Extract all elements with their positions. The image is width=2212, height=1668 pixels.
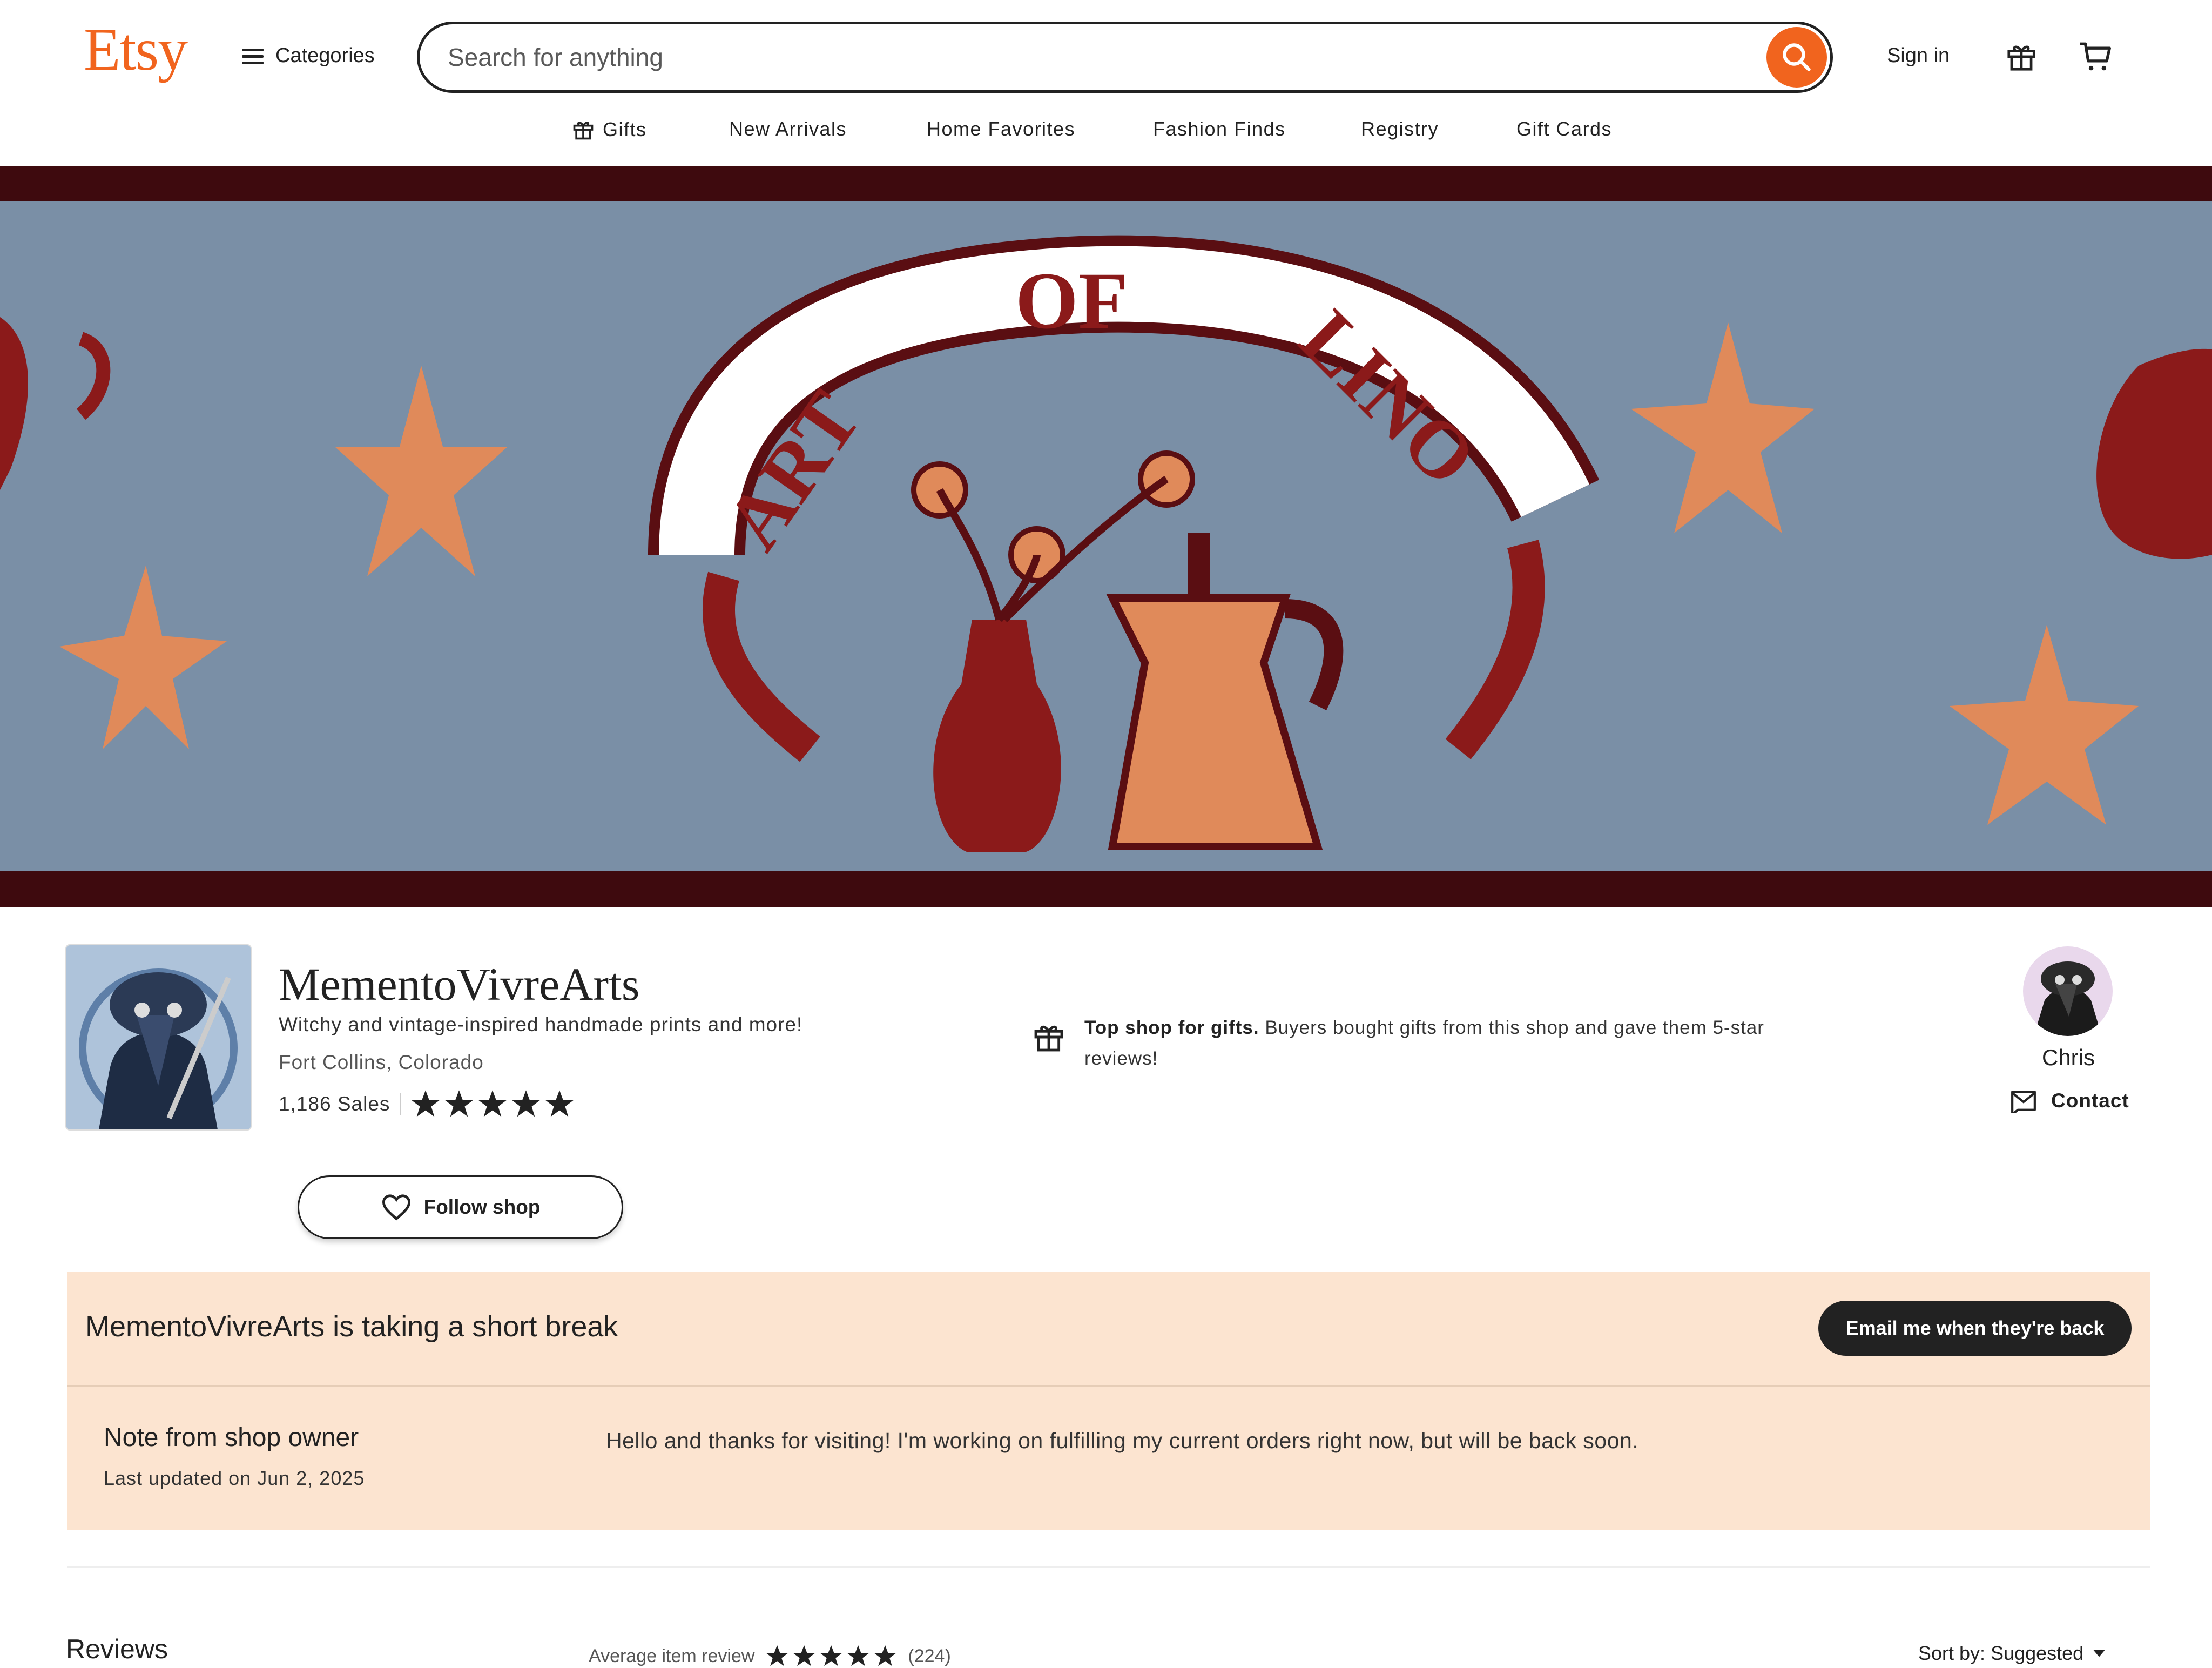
nav-new-arrivals[interactable]: New Arrivals [729, 118, 847, 140]
nav-fashion-finds[interactable]: Fashion Finds [1153, 118, 1286, 140]
chevron-down-icon [2093, 1650, 2106, 1657]
email-when-back-button[interactable]: Email me when they're back [1818, 1301, 2132, 1356]
divider [67, 1566, 2150, 1568]
etsy-logo[interactable]: Etsy [84, 19, 188, 80]
svg-text:OF: OF [1015, 256, 1128, 346]
gift-icon[interactable] [2005, 40, 2038, 73]
owner-note-date: Last updated on Jun 2, 2025 [104, 1467, 365, 1489]
nav-gifts[interactable]: Gifts [571, 118, 647, 142]
categories-button[interactable]: Categories [242, 44, 375, 68]
nav-gifts-label: Gifts [603, 118, 647, 140]
sign-in-link[interactable]: Sign in [1887, 44, 1950, 68]
shop-avatar [66, 945, 251, 1129]
cart-icon[interactable] [2078, 41, 2113, 72]
top-shop-title: Top shop for gifts. [1084, 1017, 1259, 1038]
categories-label: Categories [275, 44, 375, 67]
search-button[interactable] [1766, 27, 1827, 88]
star-icon [793, 1645, 815, 1666]
star-icon [545, 1090, 574, 1117]
gift-icon [1034, 1025, 1063, 1052]
nav-gift-cards-label: Gift Cards [1516, 118, 1613, 140]
gift-icon [573, 122, 594, 140]
star-icon [847, 1645, 869, 1666]
review-count: (224) [908, 1645, 951, 1666]
average-review-label: Average item review [589, 1645, 755, 1666]
star-icon [478, 1090, 507, 1117]
break-notice-title: MementoVivreArts is taking a short break [85, 1310, 618, 1343]
nav-home-favorites[interactable]: Home Favorites [927, 118, 1075, 140]
contact-button[interactable]: Contact [2010, 1089, 2129, 1113]
sort-label: Sort by: Suggested [1918, 1642, 2084, 1664]
search-bar[interactable]: Search for anything [417, 22, 1833, 93]
search-icon [1783, 43, 1811, 71]
shop-banner-image: ART OF LINO [0, 166, 2212, 907]
owner-avatar[interactable] [2023, 946, 2113, 1036]
divider [400, 1093, 401, 1115]
shop-tagline: Witchy and vintage-inspired handmade pri… [279, 1013, 803, 1035]
star-icon [874, 1645, 896, 1666]
menu-icon [242, 48, 264, 65]
owner-note-body: Hello and thanks for visiting! I'm worki… [606, 1428, 1639, 1453]
mail-icon [2011, 1091, 2036, 1113]
star-icon [512, 1090, 541, 1117]
owner-note-title: Note from shop owner [104, 1423, 359, 1452]
follow-shop-button[interactable]: Follow shop [298, 1175, 623, 1239]
owner-name: Chris [2041, 1045, 2095, 1070]
nav-new-arrivals-label: New Arrivals [729, 118, 847, 140]
star-rating [765, 1644, 897, 1668]
reviews-heading: Reviews [66, 1634, 168, 1664]
nav-gift-cards[interactable]: Gift Cards [1516, 118, 1612, 140]
shop-sales-row: 1,186 Sales [279, 1089, 575, 1119]
nav-fashion-finds-label: Fashion Finds [1153, 118, 1286, 140]
nav-registry[interactable]: Registry [1361, 118, 1439, 140]
star-icon [412, 1090, 440, 1117]
shop-sales-count: 1,186 Sales [279, 1093, 390, 1115]
divider [67, 1385, 2150, 1387]
shop-location: Fort Collins, Colorado [279, 1051, 484, 1073]
star-icon [445, 1090, 474, 1117]
star-icon [766, 1645, 788, 1666]
star-icon [820, 1645, 842, 1666]
heart-icon [382, 1194, 410, 1221]
nav-registry-label: Registry [1361, 118, 1439, 140]
average-review: Average item review (224) [589, 1644, 951, 1668]
star-rating [410, 1089, 575, 1119]
nav-home-favorites-label: Home Favorites [927, 118, 1076, 140]
sort-dropdown[interactable]: Sort by: Suggested [1918, 1642, 2106, 1665]
top-shop-badge: Top shop for gifts. Buyers bought gifts … [1031, 1012, 1831, 1074]
follow-shop-label: Follow shop [423, 1196, 541, 1218]
contact-label: Contact [2051, 1089, 2129, 1112]
search-input[interactable]: Search for anything [448, 43, 1766, 72]
shop-name: MementoVivreArts [279, 958, 640, 1010]
